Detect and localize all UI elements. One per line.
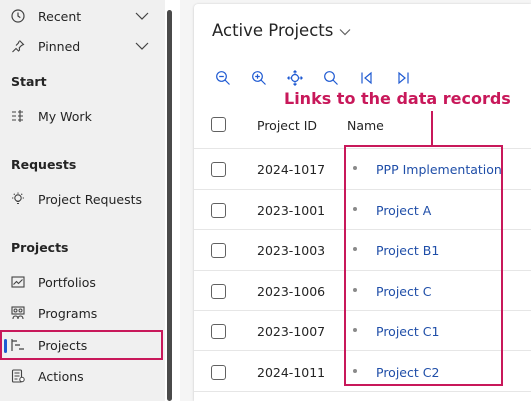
column-header-project-id[interactable]: Project ID [257, 118, 317, 133]
actions-icon [10, 368, 26, 384]
pin-icon [10, 38, 26, 54]
section-start: Start [11, 74, 47, 89]
row-checkbox[interactable] [211, 365, 226, 380]
fit-to-view-icon [287, 70, 303, 86]
sidebar-item-actions[interactable]: Actions [0, 361, 165, 391]
sidebar-item-label: Project Requests [38, 191, 143, 207]
annotation-highlight-box [344, 145, 503, 386]
sidebar-item-label: Pinned [38, 38, 81, 54]
search-icon [324, 71, 338, 85]
annotation-connector [431, 111, 433, 145]
cell-project-id: 2023-1006 [257, 284, 326, 299]
row-checkbox[interactable] [211, 324, 226, 339]
zoom-out-icon [216, 71, 230, 85]
go-last-button[interactable] [394, 69, 412, 87]
zoom-in-icon [252, 71, 266, 85]
chevron-down-icon[interactable] [339, 21, 351, 40]
sidebar-item-label: Actions [38, 368, 84, 384]
lightbulb-icon [10, 191, 26, 207]
row-checkbox[interactable] [211, 284, 226, 299]
cell-project-id: 2024-1011 [257, 365, 326, 380]
projects-icon [10, 337, 26, 353]
sidebar-item-label: My Work [38, 108, 92, 124]
cell-project-id: 2024-1017 [257, 162, 326, 177]
sidebar-item-my-work[interactable]: My Work [0, 101, 165, 131]
cell-project-id: 2023-1001 [257, 203, 326, 218]
sidebar-scrollbar[interactable] [167, 10, 172, 401]
page-title: Active Projects [212, 21, 334, 40]
view-selector[interactable]: Active Projects [212, 21, 351, 40]
my-work-icon [10, 108, 26, 124]
search-button[interactable] [322, 69, 340, 87]
annotation-callout: Links to the data records [284, 89, 511, 108]
programs-icon [10, 305, 26, 321]
section-requests: Requests [11, 157, 77, 172]
select-all-checkbox[interactable] [211, 117, 226, 132]
go-last-icon [398, 71, 409, 85]
row-checkbox[interactable] [211, 243, 226, 258]
sidebar-item-label: Programs [38, 305, 98, 321]
fit-to-view-button[interactable] [286, 69, 304, 87]
zoom-in-button[interactable] [250, 69, 268, 87]
go-first-icon [361, 71, 372, 85]
sidebar-item-projects[interactable]: Projects [0, 330, 163, 360]
zoom-out-button[interactable] [214, 69, 232, 87]
row-checkbox[interactable] [211, 162, 226, 177]
chevron-down-icon[interactable] [135, 39, 149, 54]
go-first-button[interactable] [358, 69, 376, 87]
sidebar-item-programs[interactable]: Programs [0, 298, 165, 328]
row-divider [194, 391, 531, 392]
cell-project-id: 2023-1003 [257, 243, 326, 258]
cell-project-id: 2023-1007 [257, 324, 326, 339]
sidebar-item-label: Projects [38, 337, 88, 353]
sidebar-item-recent[interactable]: Recent [0, 1, 165, 31]
sidebar-item-label: Portfolios [38, 274, 96, 290]
sidebar-item-project-requests[interactable]: Project Requests [0, 184, 165, 214]
sidebar-item-portfolios[interactable]: Portfolios [0, 267, 165, 297]
sidebar-item-label: Recent [38, 8, 82, 24]
chevron-down-icon[interactable] [135, 9, 149, 24]
sidebar-item-pinned[interactable]: Pinned [0, 31, 165, 61]
clock-icon [10, 8, 26, 24]
section-projects: Projects [11, 240, 69, 255]
row-checkbox[interactable] [211, 203, 226, 218]
portfolio-chart-icon [10, 274, 26, 290]
column-header-name[interactable]: Name [347, 118, 384, 133]
